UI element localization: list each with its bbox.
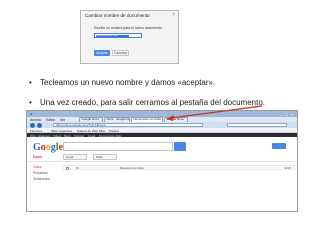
red-arrow-icon: [166, 105, 263, 121]
